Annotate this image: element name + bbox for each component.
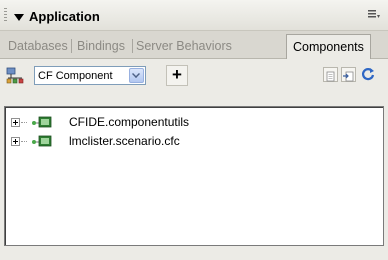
tab-components[interactable]: Components xyxy=(286,34,371,59)
tree-connector xyxy=(21,122,27,124)
panel-options-icon[interactable] xyxy=(368,10,380,20)
refresh-icon[interactable] xyxy=(360,66,376,82)
document-glyph xyxy=(326,71,335,82)
insert-glyph xyxy=(343,71,354,82)
tab-databases[interactable]: Databases xyxy=(8,39,68,53)
tree-connector xyxy=(21,141,27,143)
expand-plus-icon[interactable] xyxy=(11,137,20,146)
add-component-button[interactable]: + xyxy=(166,65,188,86)
tree-item-label: lmclister.scenario.cfc xyxy=(69,134,180,148)
tree-item-label: CFIDE.componentutils xyxy=(69,115,190,129)
cf-component-icon xyxy=(32,116,52,128)
panel-tabs: Databases Bindings Server Behaviors Comp… xyxy=(0,31,388,59)
tab-separator xyxy=(71,39,72,53)
components-tree[interactable]: CFIDE.componentutils lmclister.scenario.… xyxy=(4,106,384,246)
tab-separator xyxy=(132,39,133,53)
insert-icon[interactable] xyxy=(341,67,356,82)
chevron-down-icon[interactable] xyxy=(129,68,144,83)
document-icon[interactable] xyxy=(323,67,338,82)
component-type-value: CF Component xyxy=(38,70,113,82)
server-component-icon xyxy=(6,67,24,84)
drag-grip-icon[interactable] xyxy=(4,8,7,22)
collapse-triangle-icon[interactable] xyxy=(14,14,24,21)
panel-title[interactable]: Application xyxy=(29,9,100,24)
component-type-select[interactable]: CF Component xyxy=(34,66,146,85)
components-toolbar: CF Component + xyxy=(0,59,388,99)
expand-plus-icon[interactable] xyxy=(11,118,20,127)
tree-item[interactable]: CFIDE.componentutils xyxy=(5,114,383,132)
cf-component-icon xyxy=(32,135,52,147)
tab-server-behaviors[interactable]: Server Behaviors xyxy=(136,39,232,53)
tab-bindings[interactable]: Bindings xyxy=(77,39,125,53)
tree-item[interactable]: lmclister.scenario.cfc xyxy=(5,133,383,151)
panel-header: Application xyxy=(0,0,388,31)
